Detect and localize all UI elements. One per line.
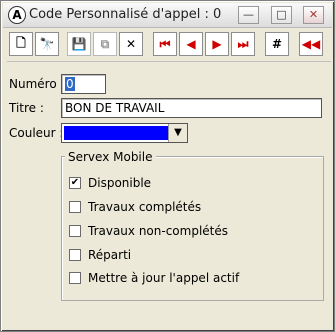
maximize-button[interactable]: □ (271, 6, 292, 24)
number-button[interactable]: # (265, 32, 289, 56)
option-label: Mettre à jour l'appel actif (88, 271, 240, 285)
option-travaux-completes[interactable]: Travaux complétés (69, 200, 201, 214)
option-label: Réparti (88, 248, 132, 262)
option-travaux-non-completes[interactable]: Travaux non-complétés (69, 224, 228, 238)
new-button[interactable]: 🗋 (9, 32, 33, 56)
option-label: Disponible (88, 176, 152, 190)
option-mettre-a-jour[interactable]: Mettre à jour l'appel actif (69, 271, 239, 285)
title-bar: A Code Personnalisé d'appel : 0 — □ ✕ (3, 3, 332, 28)
last-record-button[interactable]: ⏭ (231, 32, 255, 56)
copy-button[interactable]: ⧉ (93, 32, 117, 56)
toolbar: 🗋 🔭 💾 ⧉ ✕ ⏮ ◀ ▶ ⏭ # ◀◀ (7, 29, 331, 62)
number-icon: # (271, 37, 283, 51)
window-title: Code Personnalisé d'appel : 0 (29, 7, 222, 22)
first-icon: ⏮ (159, 36, 171, 51)
back-button[interactable]: ◀◀ (299, 32, 323, 56)
close-button[interactable]: ✕ (303, 6, 324, 24)
last-icon: ⏭ (237, 36, 249, 51)
chevron-down-icon[interactable]: ▼ (168, 124, 187, 142)
color-swatch (64, 126, 169, 140)
first-record-button[interactable]: ⏮ (153, 32, 177, 56)
minimize-button[interactable]: — (238, 6, 259, 24)
group-legend: Servex Mobile (65, 150, 156, 164)
next-icon: ▶ (212, 37, 222, 51)
save-button[interactable]: 💾 (67, 32, 91, 56)
next-record-button[interactable]: ▶ (205, 32, 229, 56)
numero-label: Numéro : (9, 77, 65, 91)
find-button[interactable]: 🔭 (35, 32, 59, 56)
couleur-label: Couleur : (9, 126, 64, 140)
checkbox-mettre-a-jour[interactable] (69, 272, 81, 284)
delete-button[interactable]: ✕ (119, 32, 143, 56)
checkbox-disponible[interactable]: ✔ (69, 177, 81, 189)
checkbox-reparti[interactable] (69, 249, 81, 261)
checkbox-travaux-completes[interactable] (69, 201, 81, 213)
numero-value: 0 (65, 77, 75, 91)
option-label: Travaux complétés (88, 200, 202, 214)
previous-record-button[interactable]: ◀ (179, 32, 203, 56)
option-label: Travaux non-complétés (88, 224, 229, 238)
delete-icon: ✕ (125, 37, 137, 51)
couleur-dropdown[interactable]: ▼ (61, 123, 188, 143)
checkbox-travaux-non-completes[interactable] (69, 225, 81, 237)
numero-field[interactable]: 0 (61, 74, 106, 94)
save-icon: 💾 (71, 37, 87, 51)
option-disponible[interactable]: ✔ Disponible (69, 176, 151, 190)
titre-label: Titre : (9, 101, 44, 115)
back-icon: ◀◀ (301, 37, 321, 51)
dialog-window: A Code Personnalisé d'appel : 0 — □ ✕ 🗋 … (0, 0, 335, 332)
find-icon: 🔭 (39, 37, 55, 51)
new-icon: 🗋 (16, 35, 26, 50)
app-icon: A (8, 6, 26, 24)
option-reparti[interactable]: Réparti (69, 248, 131, 262)
prev-icon: ◀ (186, 37, 196, 51)
titre-field[interactable]: BON DE TRAVAIL (61, 98, 322, 118)
copy-icon: ⧉ (100, 36, 110, 51)
